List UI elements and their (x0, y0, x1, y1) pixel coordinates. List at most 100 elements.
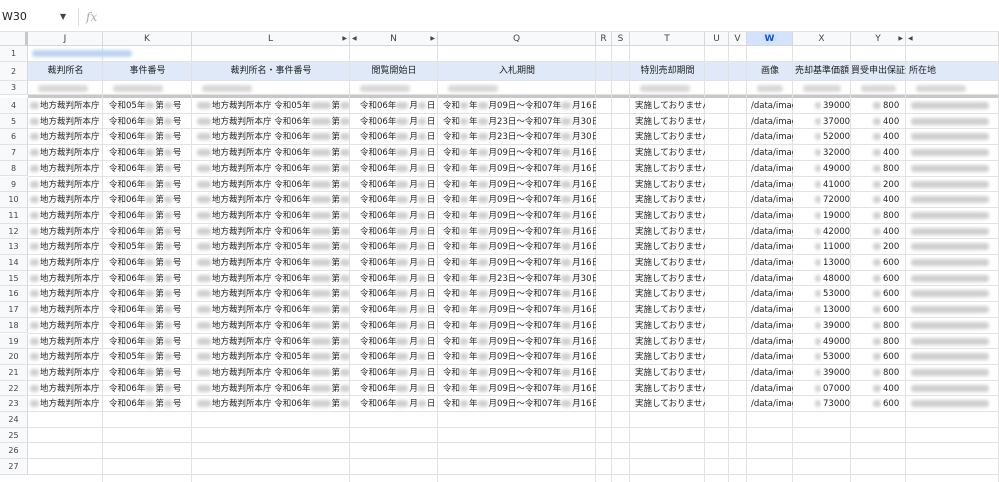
court-case-cell[interactable]: 地方裁判所本庁 令和06年第号 (195, 273, 350, 285)
column-header-V[interactable]: V (729, 32, 747, 46)
view-start-cell[interactable]: 令和06年 月日 (358, 320, 438, 332)
header-Z[interactable]: 所在地 (906, 62, 999, 81)
column-header-R[interactable]: R (596, 32, 612, 46)
row-header-16[interactable]: 16 (0, 286, 28, 303)
expand-right-icon[interactable]: ▶ (430, 32, 435, 46)
image-path-cell[interactable]: /data/image (749, 116, 793, 128)
view-start-cell[interactable]: 令和06年 月日 (358, 257, 438, 269)
court-name-cell[interactable]: 地方裁判所本庁 (28, 383, 103, 395)
address-cell[interactable] (909, 351, 997, 363)
deposit-cell[interactable]: 400 (881, 147, 906, 159)
special-sale-cell[interactable]: 実施しておりません。 (633, 131, 705, 143)
image-path-cell[interactable]: /data/image (749, 210, 793, 222)
case-number-cell[interactable]: 令和06年第号 (107, 257, 192, 269)
view-start-cell[interactable]: 令和06年 月日 (358, 100, 438, 112)
expand-right-icon[interactable]: ▶ (898, 32, 903, 46)
court-name-cell[interactable]: 地方裁判所本庁 (28, 100, 103, 112)
base-price-cell[interactable]: 13000 (821, 304, 851, 316)
header-K[interactable]: 事件番号 (103, 62, 192, 81)
court-case-cell[interactable]: 地方裁判所本庁 令和06年第号 (195, 226, 350, 238)
row-header-20[interactable]: 20 (0, 349, 28, 365)
case-number-cell[interactable]: 令和05年第号 (107, 241, 192, 253)
view-start-cell[interactable]: 令和06年 月日 (358, 194, 438, 206)
column-header-N[interactable]: N ▶ ◀ (350, 32, 438, 46)
court-name-cell[interactable]: 地方裁判所本庁 (28, 226, 103, 238)
column-header-T[interactable]: T (630, 32, 705, 46)
image-path-cell[interactable]: /data/image (749, 304, 793, 316)
case-number-cell[interactable]: 令和06年第号 (107, 116, 192, 128)
header-X[interactable]: 売却基準価額 (793, 62, 851, 81)
view-start-cell[interactable]: 令和06年 月日 (358, 288, 438, 300)
address-cell[interactable] (909, 273, 997, 285)
deposit-cell[interactable]: 400 (881, 194, 906, 206)
base-price-cell[interactable]: 19000 (821, 210, 851, 222)
case-number-cell[interactable]: 令和06年第号 (107, 367, 192, 379)
row-header-17[interactable]: 17 (0, 302, 28, 318)
address-cell[interactable] (909, 100, 997, 112)
base-price-cell[interactable]: 41000 (821, 179, 851, 191)
column-header-X[interactable]: X (793, 32, 851, 46)
row-header-24[interactable]: 24 (0, 412, 28, 428)
column-header-Q[interactable]: Q (438, 32, 596, 46)
view-start-cell[interactable]: 令和06年 月日 (358, 147, 438, 159)
name-box-dropdown-icon[interactable]: ▼ (60, 9, 66, 25)
address-cell[interactable] (909, 304, 997, 316)
case-number-cell[interactable]: 令和05年第号 (107, 100, 192, 112)
bid-period-cell[interactable]: 令和年月09日～令和07年 月16日 (441, 100, 596, 112)
address-cell[interactable] (909, 320, 997, 332)
row-header-4[interactable]: 4 (0, 98, 28, 114)
row-header-6[interactable]: 6 (0, 129, 28, 146)
court-name-cell[interactable]: 地方裁判所本庁 (28, 336, 103, 348)
row3-field-cell[interactable] (755, 83, 791, 95)
court-name-cell[interactable]: 地方裁判所本庁 (28, 116, 103, 128)
row-header-3[interactable]: 3 (0, 81, 28, 95)
column-header-next[interactable]: ◀ (906, 32, 999, 46)
row-header-19[interactable]: 19 (0, 333, 28, 350)
address-cell[interactable] (909, 163, 997, 175)
court-name-cell[interactable]: 地方裁判所本庁 (28, 320, 103, 332)
special-sale-cell[interactable]: 実施しておりません。 (633, 383, 705, 395)
bid-period-cell[interactable]: 令和年月09日～令和07年 月16日 (441, 210, 596, 222)
image-path-cell[interactable]: /data/image (749, 288, 793, 300)
header-W[interactable]: 画像 (747, 62, 793, 81)
view-start-cell[interactable]: 令和06年 月日 (358, 336, 438, 348)
bid-period-cell[interactable]: 令和年月09日～令和07年 月16日 (441, 179, 596, 191)
base-price-cell[interactable]: 49000 (821, 163, 851, 175)
header-N[interactable]: 閲覧開始日 (350, 62, 438, 81)
case-number-cell[interactable]: 令和06年第号 (107, 147, 192, 159)
view-start-cell[interactable]: 令和06年 月日 (358, 351, 438, 363)
special-sale-cell[interactable]: 実施しておりません。 (633, 147, 705, 159)
image-path-cell[interactable]: /data/image (749, 179, 793, 191)
special-sale-cell[interactable]: 実施しておりません。 (633, 351, 705, 363)
image-path-cell[interactable]: /data/image (749, 273, 793, 285)
address-cell[interactable] (909, 288, 997, 300)
base-price-cell[interactable]: 39000 (821, 320, 851, 332)
court-name-cell[interactable]: 地方裁判所本庁 (28, 398, 103, 410)
address-cell[interactable] (909, 210, 997, 222)
deposit-cell[interactable]: 600 (881, 304, 906, 316)
address-cell[interactable] (909, 194, 997, 206)
image-path-cell[interactable]: /data/image (749, 131, 793, 143)
view-start-cell[interactable]: 令和06年 月日 (358, 398, 438, 410)
expand-right-icon[interactable]: ▶ (342, 32, 347, 46)
base-price-cell[interactable]: 07000 (821, 383, 851, 395)
bid-period-cell[interactable]: 令和年月09日～令和07年 月16日 (441, 163, 596, 175)
row3-field-cell[interactable] (111, 83, 190, 95)
row-header-27[interactable]: 27 (0, 459, 28, 475)
row-header-12[interactable]: 12 (0, 223, 28, 240)
base-price-cell[interactable]: 49000 (821, 336, 851, 348)
court-case-cell[interactable]: 地方裁判所本庁 令和06年第号 (195, 147, 350, 159)
row-header-2[interactable]: 2 (0, 62, 28, 81)
base-price-cell[interactable]: 39000 (821, 100, 851, 112)
row-header-13[interactable]: 13 (0, 239, 28, 255)
court-name-cell[interactable]: 地方裁判所本庁 (28, 210, 103, 222)
bid-period-cell[interactable]: 令和年月23日～令和07年 月30日 (441, 131, 596, 143)
court-case-cell[interactable]: 地方裁判所本庁 令和06年第号 (195, 367, 350, 379)
case-number-cell[interactable]: 令和06年第号 (107, 273, 192, 285)
image-path-cell[interactable]: /data/image (749, 163, 793, 175)
court-case-cell[interactable]: 地方裁判所本庁 令和05年第号 (195, 241, 350, 253)
view-start-cell[interactable]: 令和06年 月日 (358, 273, 438, 285)
address-cell[interactable] (909, 398, 997, 410)
deposit-cell[interactable]: 600 (881, 288, 906, 300)
address-cell[interactable] (909, 179, 997, 191)
